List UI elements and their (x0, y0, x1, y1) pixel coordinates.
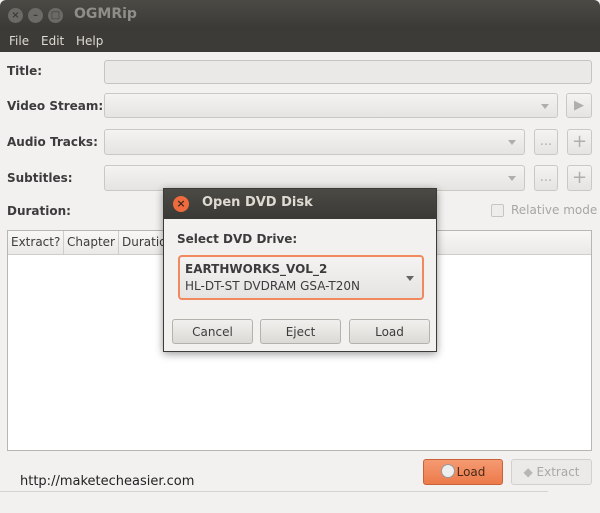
extract-icon: ◆ (523, 465, 537, 479)
watermark: http://maketecheasier.com (20, 474, 195, 489)
video-stream-combo[interactable] (104, 93, 558, 118)
menu-help[interactable]: Help (76, 34, 103, 48)
video-stream-label: Video Stream: (7, 99, 104, 113)
column-chapter[interactable]: Chapter (64, 231, 119, 255)
drive-name: EARTHWORKS_VOL_2 (185, 262, 328, 276)
menu-file[interactable]: File (9, 34, 29, 48)
relative-mode-label: Relative mode (511, 203, 598, 217)
relative-mode-checkbox[interactable] (491, 204, 504, 217)
menu-edit[interactable]: Edit (41, 34, 64, 48)
chevron-down-icon (508, 176, 516, 181)
disc-icon (440, 464, 455, 478)
load-button[interactable]: Load (423, 459, 503, 485)
dialog-load-button[interactable]: Load (349, 319, 430, 344)
chevron-down-icon (508, 140, 516, 145)
plus-icon: + (571, 167, 588, 188)
subtitles-more-button[interactable]: ... (534, 165, 558, 191)
dialog-title: Open DVD Disk (202, 195, 313, 210)
select-drive-label: Select DVD Drive: (177, 232, 298, 246)
column-extract[interactable]: Extract? (8, 231, 64, 255)
drive-model: HL-DT-ST DVDRAM GSA-T20N (185, 279, 360, 293)
add-audio-button[interactable]: + (567, 129, 592, 155)
chevron-down-icon (406, 275, 414, 281)
maximize-icon[interactable]: □ (48, 8, 63, 23)
dialog-close-icon[interactable]: × (173, 196, 189, 212)
title-label: Title: (7, 64, 43, 78)
title-input[interactable] (104, 60, 592, 84)
eject-button[interactable]: Eject (260, 319, 341, 344)
chevron-down-icon (541, 103, 549, 109)
open-dvd-dialog: × Open DVD Disk Select DVD Drive: EARTHW… (163, 188, 437, 352)
audio-tracks-combo[interactable] (104, 129, 525, 155)
add-subtitle-button[interactable]: + (567, 165, 592, 191)
extract-label: Extract (536, 465, 580, 479)
close-icon[interactable]: × (8, 8, 23, 23)
subtitles-label: Subtitles: (7, 171, 73, 185)
load-label: Load (456, 465, 486, 479)
plus-icon: + (571, 131, 588, 152)
extract-button[interactable]: ◆ Extract (511, 459, 592, 485)
duration-label: Duration: (7, 204, 71, 218)
divider (0, 491, 548, 492)
play-icon: ▶ (574, 98, 584, 113)
window-title: OGMRip (74, 6, 137, 22)
play-button[interactable]: ▶ (566, 93, 592, 118)
audio-more-button[interactable]: ... (534, 129, 558, 155)
cancel-button[interactable]: Cancel (172, 319, 253, 344)
minimize-icon[interactable]: – (28, 8, 43, 23)
audio-tracks-label: Audio Tracks: (7, 135, 98, 149)
dvd-drive-combo[interactable]: EARTHWORKS_VOL_2 HL-DT-ST DVDRAM GSA-T20… (178, 255, 424, 300)
